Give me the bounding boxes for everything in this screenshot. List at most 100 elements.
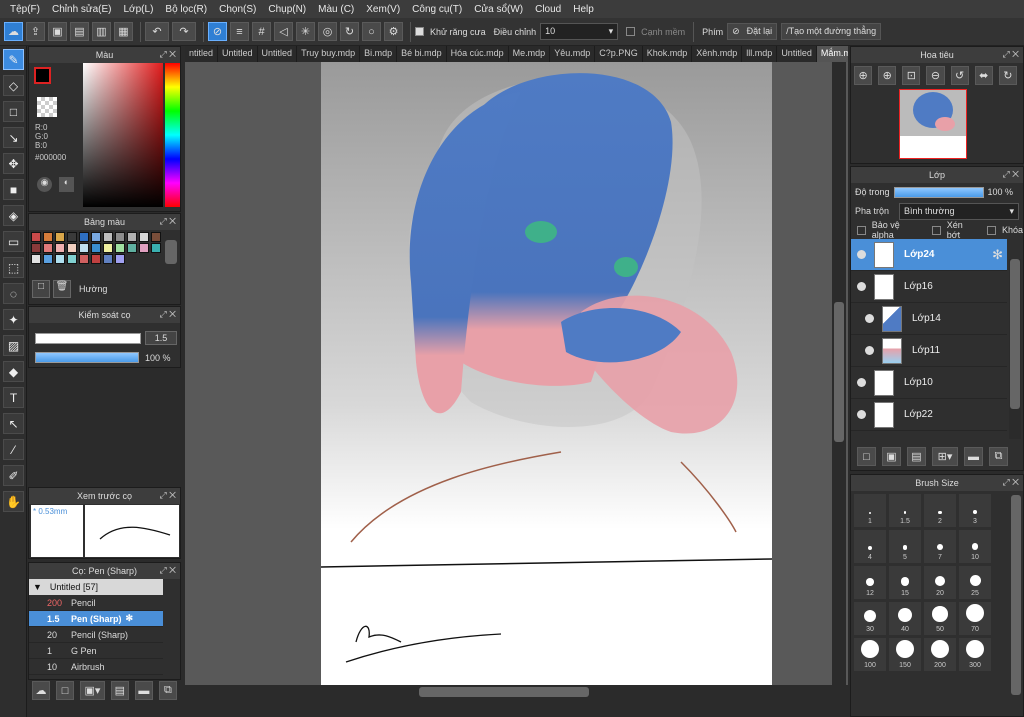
palette-swatch[interactable] bbox=[79, 232, 89, 242]
line-tool-icon[interactable]: ↘ bbox=[3, 127, 24, 148]
tab-doc-active[interactable]: Mắm.mdp bbox=[816, 46, 848, 62]
brush-size-cell[interactable]: 12 bbox=[854, 566, 886, 599]
palette-swatch[interactable] bbox=[67, 254, 77, 264]
close-icon[interactable]: ⤢ ✕ bbox=[1002, 49, 1019, 60]
trash-icon[interactable]: 🗑 bbox=[53, 280, 71, 298]
cloud-brush-icon[interactable]: ☁ bbox=[32, 681, 51, 700]
brush-size-value[interactable]: 1.5 bbox=[145, 331, 177, 345]
new-brush-icon[interactable]: □ bbox=[56, 681, 75, 700]
flip-icon[interactable]: ⬌ bbox=[974, 66, 993, 85]
brush-size-cell[interactable]: 100 bbox=[854, 638, 886, 671]
brush-size-cell[interactable]: 3 bbox=[959, 494, 991, 527]
menu-help[interactable]: Help bbox=[567, 4, 600, 15]
brush-size-cell[interactable]: 4 bbox=[854, 530, 886, 563]
palette-swatch[interactable] bbox=[79, 243, 89, 253]
brush-size-cell[interactable]: 40 bbox=[889, 602, 921, 635]
palette-swatch[interactable] bbox=[127, 243, 137, 253]
layer-row-selected[interactable]: Lớp24 ✻ bbox=[851, 239, 1007, 271]
layer-row[interactable]: Lớp22 bbox=[851, 399, 1007, 431]
brush-size-cell[interactable]: 150 bbox=[889, 638, 921, 671]
layer-row[interactable]: Lớp10 bbox=[851, 367, 1007, 399]
palette-swatch[interactable] bbox=[55, 232, 65, 242]
palette-scrollbar[interactable] bbox=[165, 240, 177, 264]
pen-icon[interactable]: ✐ bbox=[3, 465, 24, 486]
tab-doc[interactable]: Yêu.mdp bbox=[550, 46, 596, 62]
page-icon[interactable]: ▥ bbox=[92, 22, 111, 41]
rectangle-select-icon[interactable]: □ bbox=[3, 101, 24, 122]
no-snap-icon[interactable]: ⊘ bbox=[208, 22, 227, 41]
tab-doc[interactable]: Me.mdp bbox=[509, 46, 551, 62]
duplicate-layer-icon[interactable]: ⧉ bbox=[989, 447, 1008, 466]
palette-swatch[interactable] bbox=[115, 232, 125, 242]
palette-swatch[interactable] bbox=[139, 243, 149, 253]
select-rect-icon[interactable]: ⬚ bbox=[3, 257, 24, 278]
move-icon[interactable]: ✥ bbox=[3, 153, 24, 174]
tab-doc[interactable]: C?p.PNG bbox=[595, 46, 643, 62]
hue-slider[interactable] bbox=[165, 63, 180, 207]
eye-icon[interactable] bbox=[857, 378, 866, 387]
fill-rect-icon[interactable]: ■ bbox=[3, 179, 24, 200]
gradient-icon[interactable]: ▭ bbox=[3, 231, 24, 252]
brush-size-cell[interactable]: 20 bbox=[924, 566, 956, 599]
brush-size-cell[interactable]: 30 bbox=[854, 602, 886, 635]
tab-doc[interactable]: Bi.mdp bbox=[360, 46, 398, 62]
palette-swatch[interactable] bbox=[115, 254, 125, 264]
close-icon[interactable]: ⤢ ✕ bbox=[159, 490, 176, 501]
brush-item[interactable]: 1 G Pen bbox=[29, 643, 163, 659]
palette-icon[interactable]: ◉ bbox=[37, 177, 52, 192]
text-icon[interactable]: T bbox=[3, 387, 24, 408]
palette-swatch[interactable] bbox=[43, 232, 53, 242]
brush-item[interactable]: 20 Pencil (Sharp) bbox=[29, 627, 163, 643]
brush-size-cell[interactable]: 1 bbox=[854, 494, 886, 527]
eye-icon[interactable] bbox=[857, 282, 866, 291]
palette-swatch[interactable] bbox=[91, 254, 101, 264]
tab-doc[interactable]: lll.mdp bbox=[742, 46, 778, 62]
eye-icon[interactable] bbox=[857, 250, 866, 259]
zoom-out-icon[interactable]: ⊖ bbox=[926, 66, 945, 85]
menu-file[interactable]: Tệp(F) bbox=[4, 4, 46, 15]
brush-size-cell[interactable]: 50 bbox=[924, 602, 956, 635]
horizontal-scrollbar[interactable] bbox=[185, 685, 848, 699]
brush-size-cell[interactable]: 7 bbox=[924, 530, 956, 563]
eye-icon[interactable] bbox=[865, 346, 874, 355]
clipping-checkbox[interactable] bbox=[932, 225, 941, 235]
brush-item[interactable]: 10 Airbrush bbox=[29, 659, 163, 675]
perspective-snap-icon[interactable]: ◁ bbox=[274, 22, 293, 41]
saturation-value-picker[interactable] bbox=[83, 63, 163, 207]
close-icon[interactable]: ⤢ ✕ bbox=[1002, 169, 1019, 180]
tab-doc[interactable]: Khok.mdp bbox=[643, 46, 693, 62]
blend-mode-select[interactable]: Bình thường ▾ bbox=[899, 202, 1019, 220]
adjust-select[interactable]: 10 ▾ bbox=[540, 23, 619, 40]
brush-item-selected[interactable]: 1.5 Pen (Sharp) ✻ bbox=[29, 611, 163, 627]
reset-button[interactable]: ⊘ Đặt lại bbox=[727, 23, 778, 40]
palette-swatch[interactable] bbox=[55, 243, 65, 253]
gear-icon[interactable]: ✻ bbox=[126, 613, 134, 624]
fit-window-icon[interactable]: ⊡ bbox=[902, 66, 921, 85]
palette-swatch[interactable] bbox=[67, 243, 77, 253]
palette-swatch[interactable] bbox=[151, 243, 161, 253]
brush-group[interactable]: ▼ Untitled [57] bbox=[29, 579, 163, 595]
magic-wand-icon[interactable]: ✦ bbox=[3, 309, 24, 330]
parallel-snap-icon[interactable]: ≡ bbox=[230, 22, 249, 41]
palette-swatch[interactable] bbox=[151, 232, 161, 242]
layout-icon[interactable]: ▦ bbox=[114, 22, 133, 41]
chat-icon[interactable]: ▣ bbox=[48, 22, 67, 41]
tab-doc[interactable]: Hóa cúc.mdp bbox=[447, 46, 509, 62]
layer-row[interactable]: Lớp14 bbox=[851, 303, 1007, 335]
eye-icon[interactable] bbox=[857, 410, 866, 419]
brush-size-cell[interactable]: 25 bbox=[959, 566, 991, 599]
select-eraser-icon[interactable]: ◆ bbox=[3, 361, 24, 382]
tab-doc[interactable]: Untitled bbox=[218, 46, 258, 62]
palette-swatch[interactable] bbox=[103, 232, 113, 242]
cloud-icon[interactable]: ☁ bbox=[4, 22, 23, 41]
brush-size-cell[interactable]: 300 bbox=[959, 638, 991, 671]
vertical-scrollbar[interactable] bbox=[832, 62, 846, 685]
add-brush-icon[interactable]: ▣▾ bbox=[80, 681, 105, 700]
palette-swatch[interactable] bbox=[115, 243, 125, 253]
rotate-left-icon[interactable]: ↺ bbox=[950, 66, 969, 85]
horizontal-scroll-thumb[interactable] bbox=[419, 687, 589, 697]
straight-line-button[interactable]: / Tạo một đường thẳng bbox=[781, 23, 882, 40]
operation-icon[interactable]: ↖ bbox=[3, 413, 24, 434]
brush-tool-icon[interactable]: ✎ bbox=[3, 49, 24, 70]
menu-view[interactable]: Xem(V) bbox=[360, 4, 406, 15]
